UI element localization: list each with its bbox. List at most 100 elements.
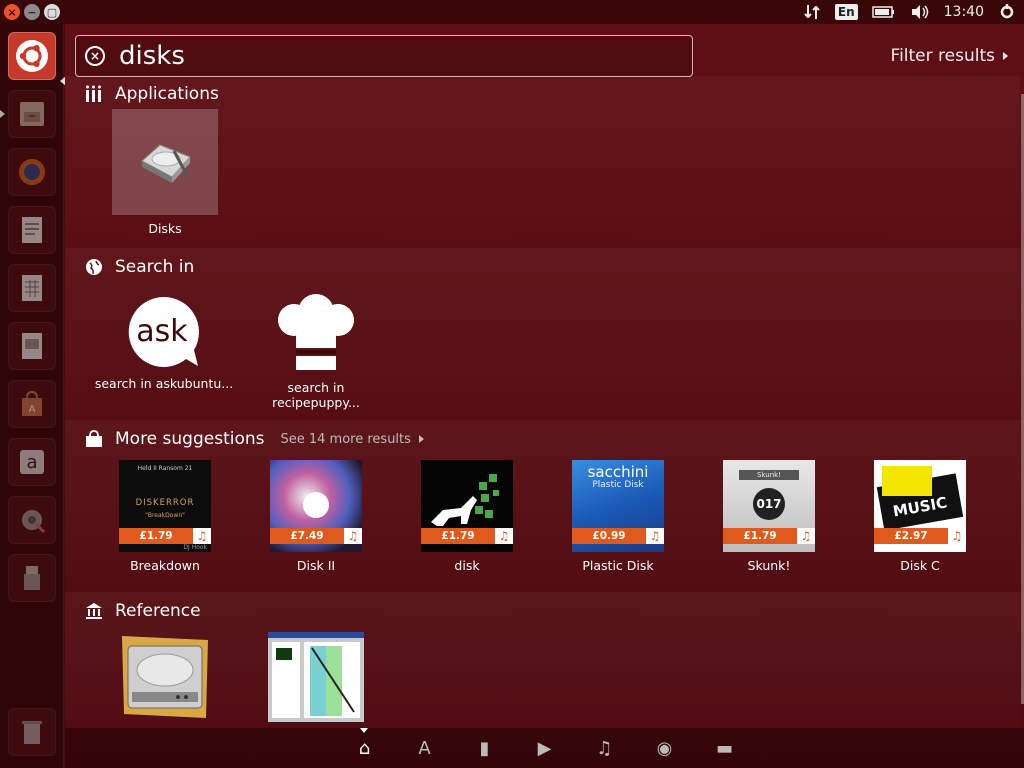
- music-tile-disk[interactable]: £1.79 ♫ disk: [407, 460, 527, 573]
- askubuntu-icon: ask: [128, 296, 199, 367]
- battery-icon[interactable]: [871, 5, 896, 19]
- launcher-item-system-settings[interactable]: [8, 496, 56, 544]
- launcher-item-writer[interactable]: [8, 206, 56, 254]
- music-note-icon: ♫: [193, 528, 211, 544]
- keyboard-layout-indicator[interactable]: En: [834, 4, 858, 20]
- price-tag: £1.79 ♫: [421, 528, 513, 544]
- music-tile-disk-c[interactable]: MUSIC £2.97 ♫ Disk C: [860, 460, 980, 573]
- presentation-icon: [22, 333, 42, 359]
- launcher-item-files[interactable]: [8, 90, 56, 138]
- window-controls: × − ▢: [0, 4, 60, 20]
- reference-tile-disk-chart[interactable]: [267, 632, 365, 722]
- music-note-icon: ♫: [495, 528, 513, 544]
- launcher-item-impress[interactable]: [8, 322, 56, 370]
- lens-music[interactable]: ♫: [575, 728, 635, 768]
- network-transfer-icon[interactable]: [803, 3, 821, 21]
- svg-text:A: A: [29, 404, 36, 415]
- album-art: Skunk! 017 £1.79 ♫: [723, 460, 815, 552]
- search-tile-askubuntu[interactable]: ask search in askubuntu...: [94, 294, 234, 391]
- launcher-item-trash[interactable]: [8, 708, 56, 756]
- top-panel: × − ▢ En 13:40: [0, 0, 1024, 24]
- usb-icon: [24, 566, 40, 590]
- music-tile-plastic-disk[interactable]: sacchini Plastic Disk £0.99 ♫ Plastic Di…: [558, 460, 678, 573]
- hard-disk-image: [122, 636, 208, 718]
- tile-label: search in askubuntu...: [95, 376, 233, 391]
- clear-search-icon[interactable]: ×: [85, 46, 105, 66]
- lens-photos[interactable]: ◉: [635, 728, 695, 768]
- minimize-icon[interactable]: −: [24, 4, 40, 20]
- launcher-item-dash[interactable]: [8, 32, 56, 80]
- price-label: £2.97: [874, 528, 948, 544]
- album-art-text: DISKERROR: [135, 498, 195, 508]
- price-label: £1.79: [119, 528, 193, 544]
- launcher-item-usb-drive[interactable]: [8, 554, 56, 602]
- filter-results-label: Filter results: [890, 46, 995, 66]
- see-more-results-link[interactable]: See 14 more results: [281, 432, 424, 447]
- category-header-more-suggestions[interactable]: More suggestions See 14 more results: [85, 429, 424, 449]
- album-art: sacchini Plastic Disk £0.99 ♫: [572, 460, 664, 552]
- tile-label: search in recipepuppy...: [272, 380, 360, 410]
- music-tile-skunk[interactable]: Skunk! 017 £1.79 ♫ Skunk!: [709, 460, 829, 573]
- price-tag: £2.97 ♫: [874, 528, 966, 544]
- app-icon-bg: [112, 109, 218, 215]
- lens-video[interactable]: ▶: [515, 728, 575, 768]
- launcher: A a: [0, 24, 66, 768]
- indicator-area: En 13:40: [803, 0, 1024, 24]
- category-header-search-in[interactable]: Search in: [85, 257, 194, 277]
- music-note-icon: ♫: [646, 528, 664, 544]
- tile-label: Disks: [148, 221, 182, 236]
- globe-icon: [85, 258, 103, 276]
- chevron-right-icon: [418, 435, 424, 443]
- tile-label: Disk II: [296, 558, 336, 573]
- spreadsheet-icon: [22, 275, 42, 301]
- music-tile-disk-ii[interactable]: £7.49 ♫ Disk II: [256, 460, 376, 573]
- clock[interactable]: 13:40: [944, 4, 984, 20]
- search-tile-recipepuppy[interactable]: search in recipepuppy...: [246, 294, 386, 410]
- lens-applications[interactable]: A: [395, 728, 455, 768]
- app-tile-disks[interactable]: Disks: [112, 109, 218, 236]
- dash: × Filter results Applications Disks: [65, 24, 1024, 768]
- launcher-item-amazon[interactable]: a: [8, 438, 56, 486]
- firefox-icon: [19, 159, 45, 185]
- category-header-applications[interactable]: Applications: [85, 84, 219, 104]
- lens-home[interactable]: ⌂: [335, 728, 395, 768]
- price-tag: £0.99 ♫: [572, 528, 664, 544]
- music-tile-breakdown[interactable]: Held II Ransom 21 DISKERROR "BreakDown" …: [105, 460, 225, 573]
- album-art: £7.49 ♫: [270, 460, 362, 552]
- album-art: Held II Ransom 21 DISKERROR "BreakDown" …: [119, 460, 211, 552]
- album-art-text: Held II Ransom 21: [137, 465, 193, 472]
- reference-tile-hard-disk[interactable]: [118, 632, 212, 722]
- launcher-running-pip: [0, 110, 5, 118]
- lens-social[interactable]: ▬: [695, 728, 755, 768]
- search-box[interactable]: ×: [75, 35, 693, 77]
- category-title: More suggestions: [115, 429, 265, 449]
- see-more-label: See 14 more results: [280, 431, 411, 447]
- tile-label: disk: [454, 558, 480, 573]
- lens-files[interactable]: ▮: [455, 728, 515, 768]
- search-input[interactable]: [119, 41, 659, 71]
- music-icon: ♫: [596, 737, 613, 759]
- shopping-bag-icon: A: [22, 390, 42, 416]
- launcher-item-software-center[interactable]: A: [8, 380, 56, 428]
- disks-app-icon: [141, 144, 191, 183]
- album-art-text: 017: [753, 488, 785, 520]
- price-tag: £7.49 ♫: [270, 528, 362, 544]
- price-tag: £1.79 ♫: [119, 528, 211, 544]
- volume-icon[interactable]: [910, 4, 930, 20]
- tile-label: Disk C: [900, 558, 940, 573]
- close-icon[interactable]: ×: [4, 4, 20, 20]
- shopping-bag-icon: [85, 430, 103, 448]
- trash-icon: [22, 721, 42, 744]
- maximize-icon[interactable]: ▢: [44, 4, 60, 20]
- category-header-reference[interactable]: Reference: [85, 601, 201, 621]
- launcher-item-firefox[interactable]: [8, 148, 56, 196]
- album-art-text: Skunk!: [739, 470, 799, 480]
- power-gear-icon[interactable]: [998, 3, 1016, 21]
- filter-results-button[interactable]: Filter results: [891, 46, 1008, 66]
- speech-bubble-icon: ▬: [715, 737, 733, 759]
- ask-icon-text: ask: [136, 314, 188, 349]
- launcher-item-calc[interactable]: [8, 264, 56, 312]
- price-label: £0.99: [572, 528, 646, 544]
- price-tag: £1.79 ♫: [723, 528, 815, 544]
- file-icon: ▮: [479, 737, 490, 759]
